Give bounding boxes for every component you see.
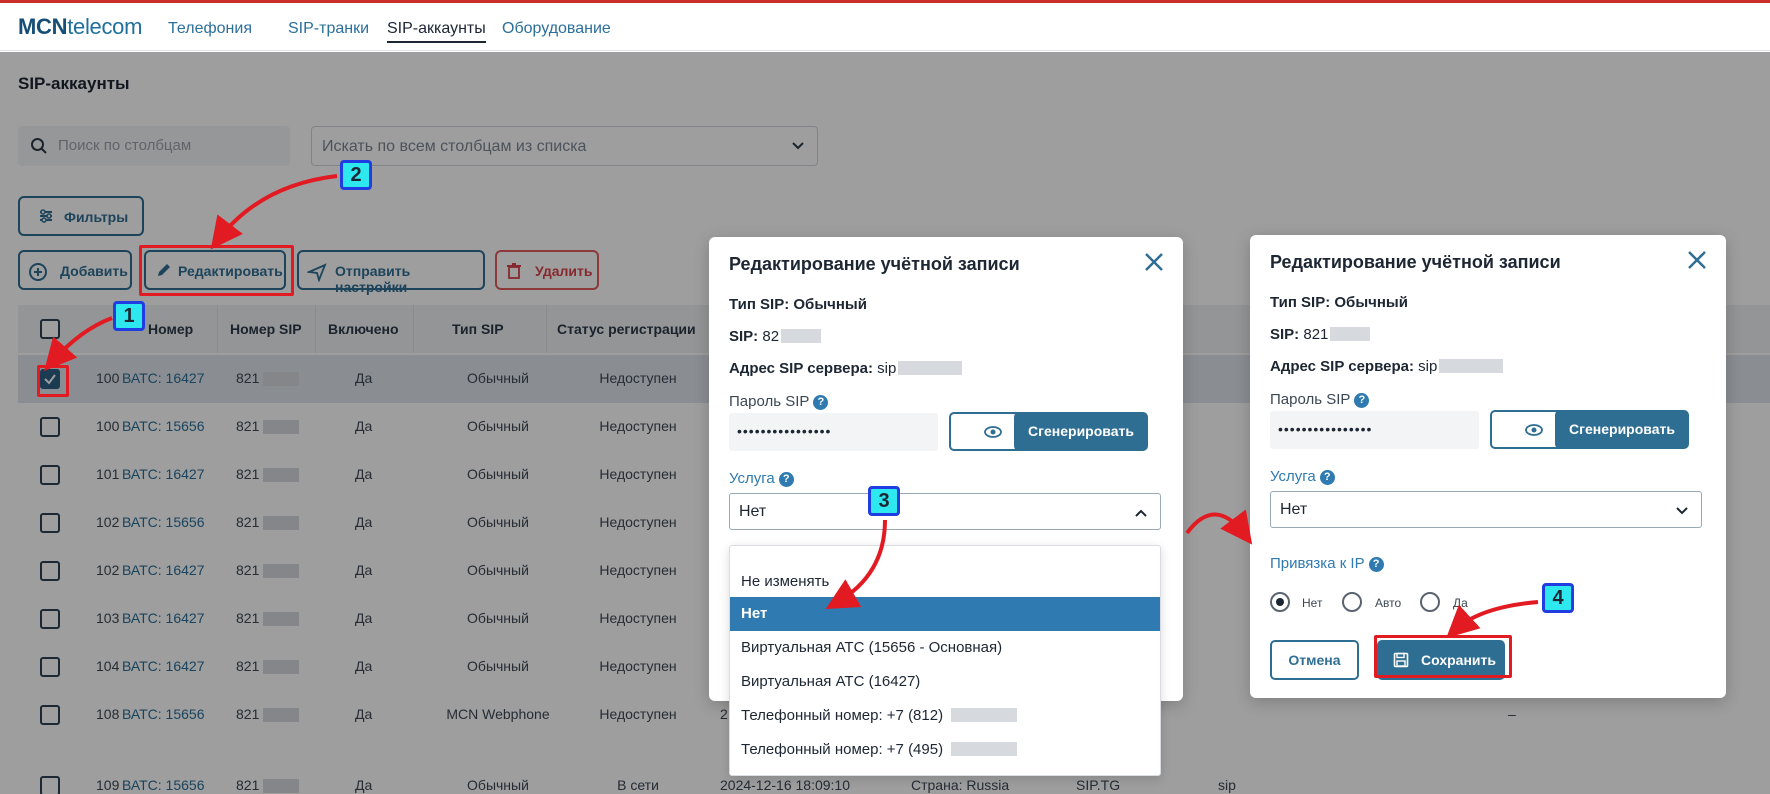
- option-no-change[interactable]: Не изменять: [730, 565, 1160, 599]
- service-dropdown-list: Не изменять Нет Виртуальная АТС (15656 -…: [729, 545, 1161, 776]
- service-select-value: Нет: [739, 503, 767, 520]
- password-label: Пароль SIP?: [729, 393, 829, 410]
- generate-password-button[interactable]: Сгенерировать: [1555, 410, 1689, 449]
- password-label: Пароль SIP?: [1270, 391, 1370, 408]
- step-callout-4: 4: [1542, 583, 1574, 613]
- logo[interactable]: MCNtelecom: [18, 14, 142, 40]
- modal-title: Редактирование учётной записи: [729, 254, 1020, 274]
- close-icon[interactable]: [1143, 251, 1165, 273]
- ip-radio-yes-label: Да: [1453, 596, 1468, 610]
- highlight-save-button: [1374, 635, 1512, 678]
- nav-telephony[interactable]: Телефония: [168, 20, 252, 38]
- option-none[interactable]: Нет: [730, 597, 1160, 631]
- highlight-edit-button: [139, 245, 294, 296]
- sip-line: SIP: 821: [1270, 326, 1371, 343]
- ip-radio-no-label: Нет: [1302, 596, 1323, 610]
- redacted-value: [1439, 359, 1504, 373]
- ip-radio-auto-label: Авто: [1375, 596, 1402, 610]
- service-select[interactable]: Нет: [729, 493, 1161, 530]
- sip-type-line: Тип SIP: Обычный: [1270, 294, 1408, 311]
- password-field[interactable]: ••••••••••••••••: [729, 413, 938, 451]
- password-field[interactable]: ••••••••••••••••: [1270, 411, 1479, 449]
- modal-title: Редактирование учётной записи: [1270, 252, 1561, 272]
- edit-account-modal-right: Редактирование учётной записи Тип SIP: О…: [1250, 235, 1726, 698]
- option-phone-812[interactable]: Телефонный номер: +7 (812): [730, 699, 1160, 733]
- help-icon[interactable]: ?: [813, 395, 829, 410]
- close-icon[interactable]: [1686, 249, 1708, 271]
- option-vats-16427[interactable]: Виртуальная АТС (16427): [730, 665, 1160, 699]
- help-icon[interactable]: ?: [1319, 470, 1335, 485]
- redacted-value: [951, 708, 1018, 722]
- nav-sip-accounts[interactable]: SIP-аккаунты: [387, 20, 486, 43]
- ip-radio-auto[interactable]: [1342, 592, 1362, 612]
- generate-password-button[interactable]: Сгенерировать: [1014, 412, 1148, 451]
- service-select[interactable]: Нет: [1270, 491, 1702, 528]
- redacted-value: [1330, 327, 1371, 341]
- sip-type-line: Тип SIP: Обычный: [729, 296, 867, 313]
- highlight-row-checkbox: [37, 365, 69, 397]
- top-nav-bar: MCNtelecom Телефония SIP-транки SIP-акка…: [0, 3, 1770, 51]
- service-label: Услуга?: [1270, 468, 1335, 485]
- ip-radio-no[interactable]: [1270, 592, 1290, 612]
- redacted-value: [781, 329, 822, 343]
- cancel-button[interactable]: Отмена: [1270, 640, 1359, 680]
- step-callout-2: 2: [340, 160, 372, 190]
- redacted-value: [898, 361, 963, 375]
- option-phone-495[interactable]: Телефонный номер: +7 (495): [730, 733, 1160, 767]
- nav-sip-trunks[interactable]: SIP-транки: [288, 20, 369, 38]
- step-callout-3: 3: [868, 486, 900, 516]
- help-icon[interactable]: ?: [1354, 393, 1370, 408]
- server-line: Адрес SIP сервера: sip: [1270, 358, 1504, 375]
- chevron-down-icon: [1676, 507, 1688, 515]
- step-callout-1: 1: [113, 301, 145, 331]
- option-vats-15656[interactable]: Виртуальная АТС (15656 - Основная): [730, 631, 1160, 665]
- service-label: Услуга?: [729, 470, 794, 487]
- chevron-up-icon: [1135, 509, 1147, 517]
- service-select-value: Нет: [1280, 501, 1308, 518]
- eye-icon: [1525, 424, 1543, 436]
- server-line: Адрес SIP сервера: sip: [729, 360, 963, 377]
- ip-binding-label: Привязка к IP?: [1270, 555, 1384, 572]
- help-icon[interactable]: ?: [1368, 557, 1384, 572]
- help-icon[interactable]: ?: [778, 472, 794, 487]
- redacted-value: [951, 742, 1018, 756]
- ip-radio-yes[interactable]: [1420, 592, 1440, 612]
- nav-equipment[interactable]: Оборудование: [502, 20, 611, 38]
- eye-icon: [984, 426, 1002, 438]
- sip-line: SIP: 82: [729, 328, 822, 345]
